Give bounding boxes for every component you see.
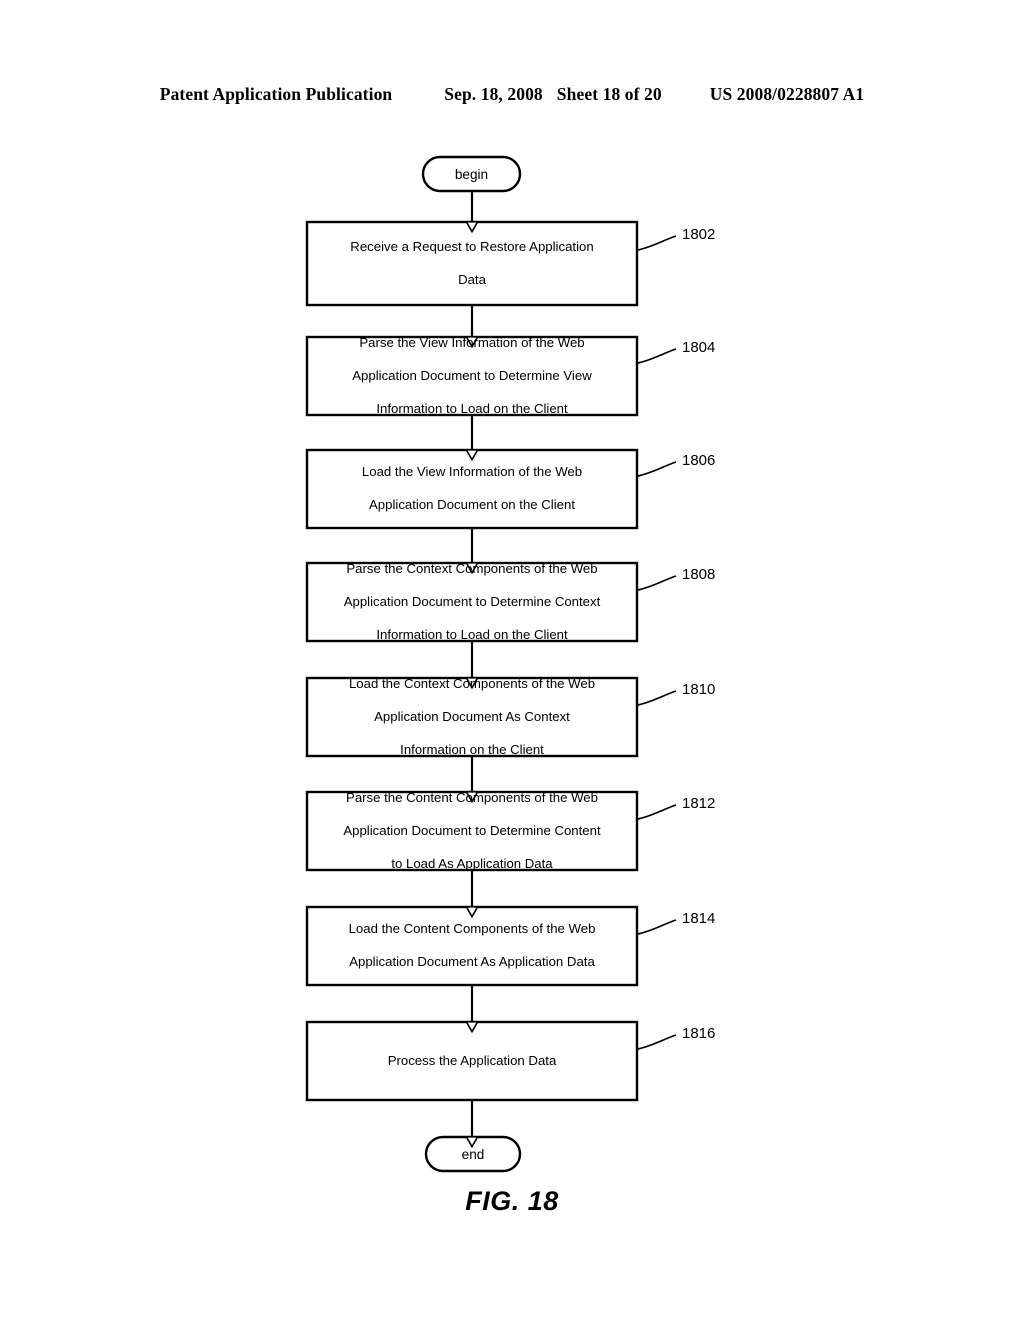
process-box-1812 [305,790,639,872]
leader-line-1810 [637,690,677,706]
process-box-1808 [305,561,639,643]
ref-numeral-1814: 1814 [682,910,716,927]
ref-numeral-1810: 1810 [682,681,716,698]
leader-line-1802 [637,235,677,251]
ref-numeral-1804: 1804 [682,339,716,356]
leader-line-1814 [637,919,677,935]
terminal-end-label: end [461,1146,485,1162]
terminal-begin-label: begin [454,166,489,182]
leader-line-1808 [637,575,677,591]
figure-caption: FIG. 18 [465,1186,559,1216]
process-box-1802 [305,220,639,307]
leader-line-1804 [637,348,677,364]
ref-numeral-1816: 1816 [682,1025,716,1042]
ref-numeral-1806: 1806 [682,452,716,469]
leader-line-1812 [637,804,677,820]
leader-line-1806 [637,461,677,477]
process-box-1816 [305,1020,639,1102]
flowchart-diagram [305,155,677,1173]
leader-line-1816 [637,1034,677,1050]
process-box-1804 [305,335,639,417]
process-box-1806 [305,448,639,530]
process-box-1814 [305,905,639,987]
ref-numeral-1808: 1808 [682,566,716,583]
process-box-1810 [305,676,639,758]
ref-numeral-1802: 1802 [682,226,716,243]
ref-numeral-1812: 1812 [682,795,716,812]
